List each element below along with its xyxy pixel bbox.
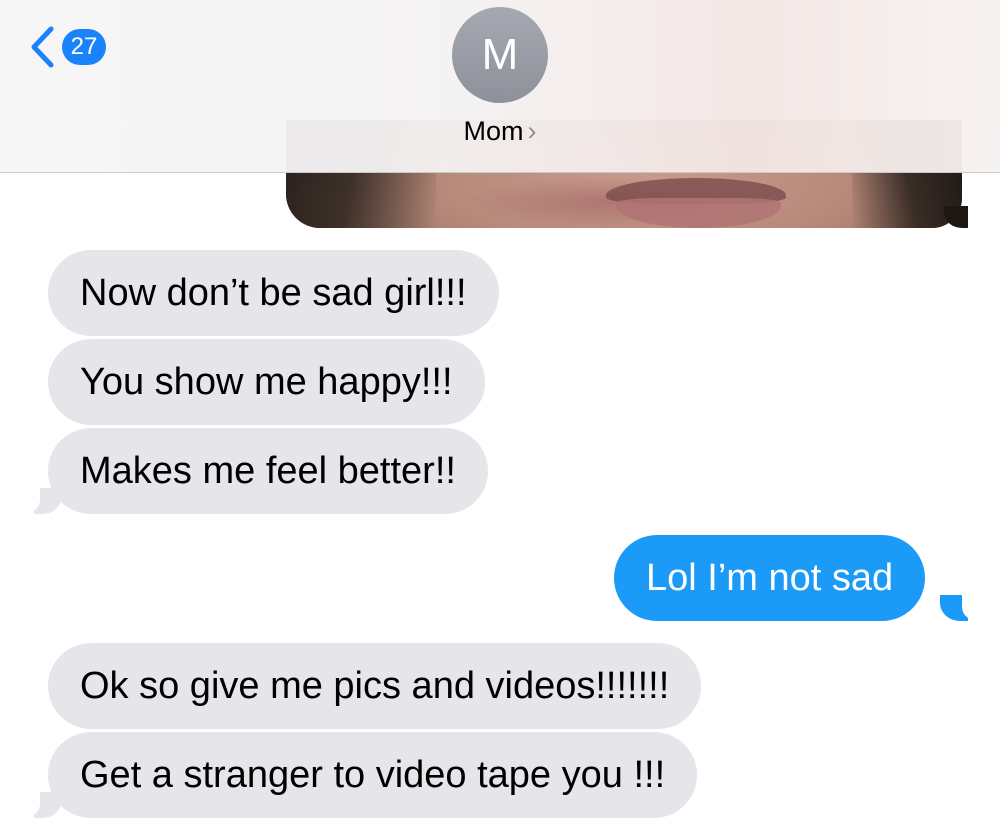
message-text: Get a stranger to video tape you !!! [80, 754, 666, 796]
message-text: Now don’t be sad girl!!! [80, 272, 467, 314]
chevron-left-icon [31, 26, 54, 68]
contact-name-button[interactable]: Mom › [0, 116, 1000, 147]
message-bubble-incoming[interactable]: Makes me feel better!! [48, 428, 488, 514]
message-bubble-incoming[interactable]: Ok so give me pics and videos!!!!!!! [48, 643, 702, 729]
back-button[interactable]: 27 [30, 22, 106, 72]
message-bubble-incoming[interactable]: Now don’t be sad girl!!! [48, 250, 499, 336]
message-tail-incoming [20, 484, 62, 514]
conversation-header: 27 M Mom › [0, 0, 1000, 173]
avatar[interactable]: M [452, 7, 548, 103]
message-text: Lol I’m not sad [646, 557, 894, 599]
message-bubble-incoming[interactable]: Get a stranger to video tape you !!! [48, 732, 698, 818]
contact-name: Mom [463, 116, 524, 146]
unread-count-badge: 27 [62, 29, 106, 65]
chevron-right-icon: › [527, 116, 537, 146]
photo-lips-bottom [616, 198, 781, 228]
message-bubble-incoming[interactable]: You show me happy!!! [48, 339, 485, 425]
messages-screen: Now don’t be sad girl!!! You show me hap… [0, 0, 1000, 840]
message-bubble-outgoing[interactable]: Lol I’m not sad [614, 535, 926, 621]
message-text: Ok so give me pics and videos!!!!!!! [80, 665, 670, 707]
message-text: You show me happy!!! [80, 361, 453, 403]
message-text: Makes me feel better!! [80, 450, 456, 492]
message-tail-outgoing [940, 591, 982, 621]
message-tail-incoming [20, 788, 62, 818]
